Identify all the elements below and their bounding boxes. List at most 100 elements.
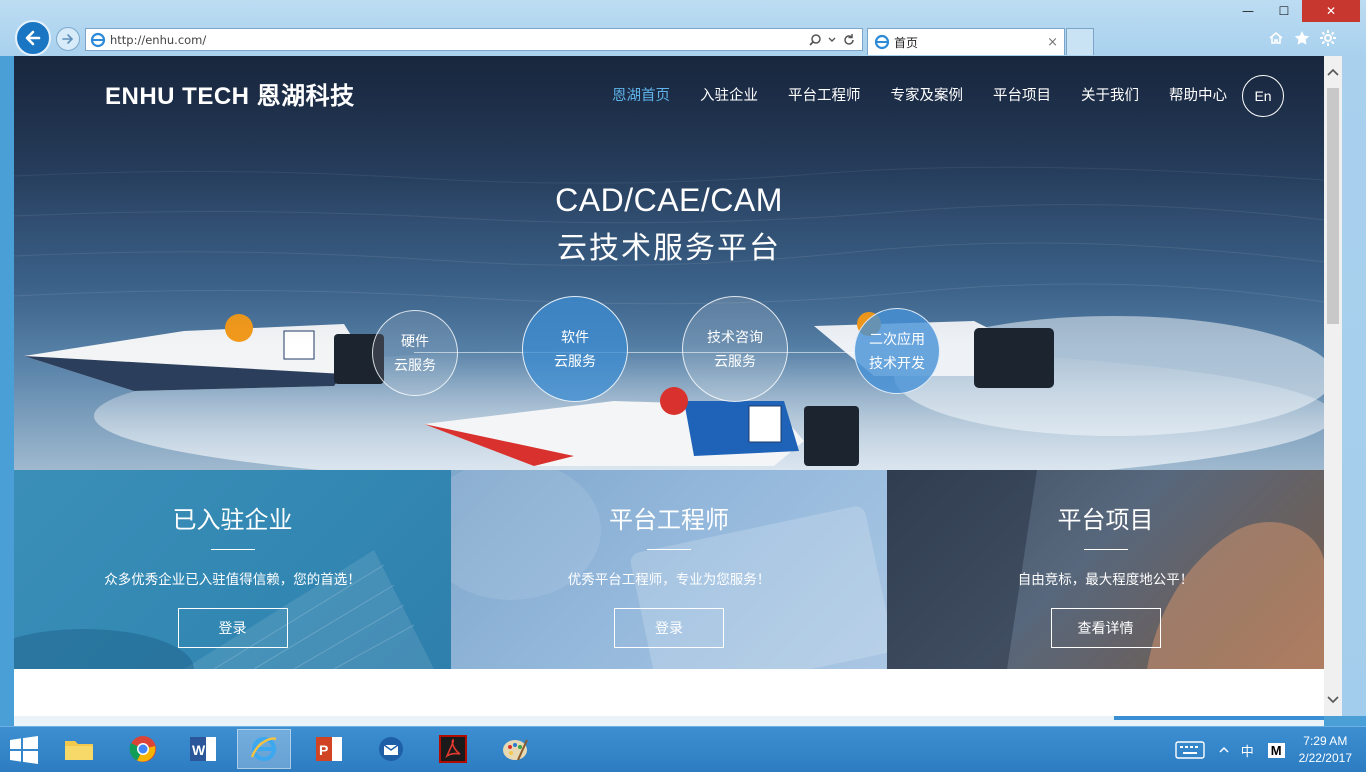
panel-engineers: 平台工程师 优秀平台工程师，专业为您服务！ 登录 [451,470,887,669]
search-icon[interactable] [808,33,822,47]
panel-title: 已入驻企业 [172,507,293,534]
language-switch-button[interactable]: En [1242,75,1284,117]
scroll-up-icon[interactable] [1324,62,1342,82]
back-button[interactable] [15,20,51,56]
nav-item-enterprises[interactable]: 入驻企业 [700,84,758,105]
nav-item-projects[interactable]: 平台项目 [993,84,1051,105]
url-text[interactable]: http://enhu.com/ [110,33,808,47]
taskbar-acrobat[interactable] [426,729,480,769]
page-bottom-strip [14,716,1324,726]
panel-subtitle: 众多优秀企业已入驻值得信赖，您的首选！ [104,572,361,587]
view-details-button[interactable]: 查看详情 [1050,608,1161,648]
service-label: 云服务 [714,353,756,369]
taskbar-file-explorer[interactable] [52,729,106,769]
service-label: 云服务 [394,357,436,373]
service-circle-hardware[interactable]: 硬件 云服务 [372,310,458,396]
page-viewport: ENHU TECH 恩湖科技 恩湖首页 入驻企业 平台工程师 专家及案例 平台项… [14,56,1324,716]
close-button[interactable]: ✕ [1302,0,1360,22]
hero-heading: CAD/CAE/CAM 云技术服务平台 [14,182,1324,267]
panel-divider [1083,549,1128,550]
acrobat-icon [439,735,467,763]
nav-item-help[interactable]: 帮助中心 [1169,84,1227,105]
tab-close-icon[interactable]: × [1047,35,1058,50]
svg-text:P: P [319,742,328,758]
powerpoint-icon: P [316,737,342,761]
hero-title-line2: 云技术服务平台 [557,232,781,265]
service-circle-software[interactable]: 软件 云服务 [522,296,628,402]
taskbar-powerpoint[interactable]: P [302,729,356,769]
gear-icon[interactable] [1320,30,1336,46]
taskbar-chrome[interactable] [116,729,170,769]
maximize-button[interactable]: ☐ [1266,0,1302,22]
service-label: 软件 [561,329,589,345]
nav-item-home[interactable]: 恩湖首页 [612,84,670,105]
taskbar-word[interactable]: W [176,729,230,769]
tab-title: 首页 [894,35,919,50]
thunderbird-icon [379,737,403,761]
browser-chrome: — ☐ ✕ http://enhu.com/ 首页 × [0,0,1366,56]
ie-icon [250,737,277,761]
refresh-icon[interactable] [842,33,856,47]
service-label: 硬件 [401,333,429,349]
brand-logo[interactable]: ENHU TECH 恩湖科技 [105,76,355,111]
scroll-down-icon[interactable] [1324,690,1342,710]
chevron-up-icon[interactable] [1219,746,1229,754]
service-label: 技术开发 [869,355,925,371]
panel-title: 平台工程师 [609,507,729,534]
nav-item-experts-cases[interactable]: 专家及案例 [891,84,964,105]
panel-divider [647,549,691,550]
panel-subtitle: 优秀平台工程师，专业为您服务！ [567,572,771,587]
word-icon: W [190,737,216,761]
tab-home[interactable]: 首页 × [867,28,1065,55]
clock-date: 2/22/2017 [1298,751,1352,765]
panel-title: 平台项目 [1057,507,1154,534]
panel-divider [210,549,255,550]
ime-indicator[interactable]: 中 [1241,741,1254,760]
vertical-scrollbar[interactable] [1324,56,1342,716]
window-right-edge [1342,56,1366,716]
window-controls: — ☐ ✕ [1230,0,1360,22]
panel-projects: 平台项目 自由竞标，最大程度地公平！ 查看详情 [887,470,1324,669]
ie-icon [874,34,890,50]
address-bar[interactable]: http://enhu.com/ [85,28,863,51]
ime-mode-indicator[interactable]: M [1267,742,1285,758]
service-circle-development[interactable]: 二次应用 技术开发 [854,308,940,394]
service-circle-consulting[interactable]: 技术咨询 云服务 [682,296,788,402]
home-icon[interactable] [1268,30,1284,46]
scrollbar-thumb[interactable] [1327,88,1339,324]
system-tray: 中 M 7:29 AM 2/22/2017 [1175,727,1366,772]
arrow-right-icon [62,34,74,44]
taskbar-paint[interactable] [488,729,542,769]
panel-enterprises: 已入驻企业 众多优秀企业已入驻值得信赖，您的首选！ 登录 [14,470,451,669]
svg-text:W: W [192,742,206,758]
enterprise-login-button[interactable]: 登录 [177,608,288,648]
hero-banner: ENHU TECH 恩湖科技 恩湖首页 入驻企业 平台工程师 专家及案例 平台项… [14,56,1324,470]
taskbar-internet-explorer[interactable] [237,729,291,769]
taskbar-thunderbird[interactable] [364,729,418,769]
feature-panels: 已入驻企业 众多优秀企业已入驻值得信赖，您的首选！ 登录 平台工程师 优秀平台工… [14,470,1324,669]
arrow-left-icon [25,30,41,46]
chevron-down-icon[interactable] [828,36,836,44]
windows-start-icon[interactable] [8,735,40,765]
service-label: 二次应用 [869,331,925,347]
main-nav: 恩湖首页 入驻企业 平台工程师 专家及案例 平台项目 关于我们 帮助中心 [612,84,1257,105]
chrome-icon [129,736,156,762]
engineer-login-button[interactable]: 登录 [614,608,724,648]
paint-palette-icon [503,739,528,761]
loading-bar [1114,716,1324,720]
system-clock[interactable]: 7:29 AM 2/22/2017 [1299,733,1352,767]
service-label: 技术咨询 [707,329,763,345]
nav-item-about[interactable]: 关于我们 [1081,84,1139,105]
nav-item-engineers[interactable]: 平台工程师 [788,84,861,105]
ie-icon [90,32,106,47]
clock-time: 7:29 AM [1303,734,1348,748]
panel-subtitle: 自由竞标，最大程度地公平！ [1017,572,1194,587]
service-label: 云服务 [554,353,596,369]
keyboard-icon[interactable] [1175,741,1205,759]
favorites-star-icon[interactable] [1294,30,1310,46]
forward-button[interactable] [56,27,80,51]
new-tab-button[interactable] [1066,28,1094,55]
minimize-button[interactable]: — [1230,0,1266,22]
taskbar: W P 中 M 7:29 AM 2/22/2017 [0,726,1366,772]
browser-toolbar-icons [1268,30,1336,46]
